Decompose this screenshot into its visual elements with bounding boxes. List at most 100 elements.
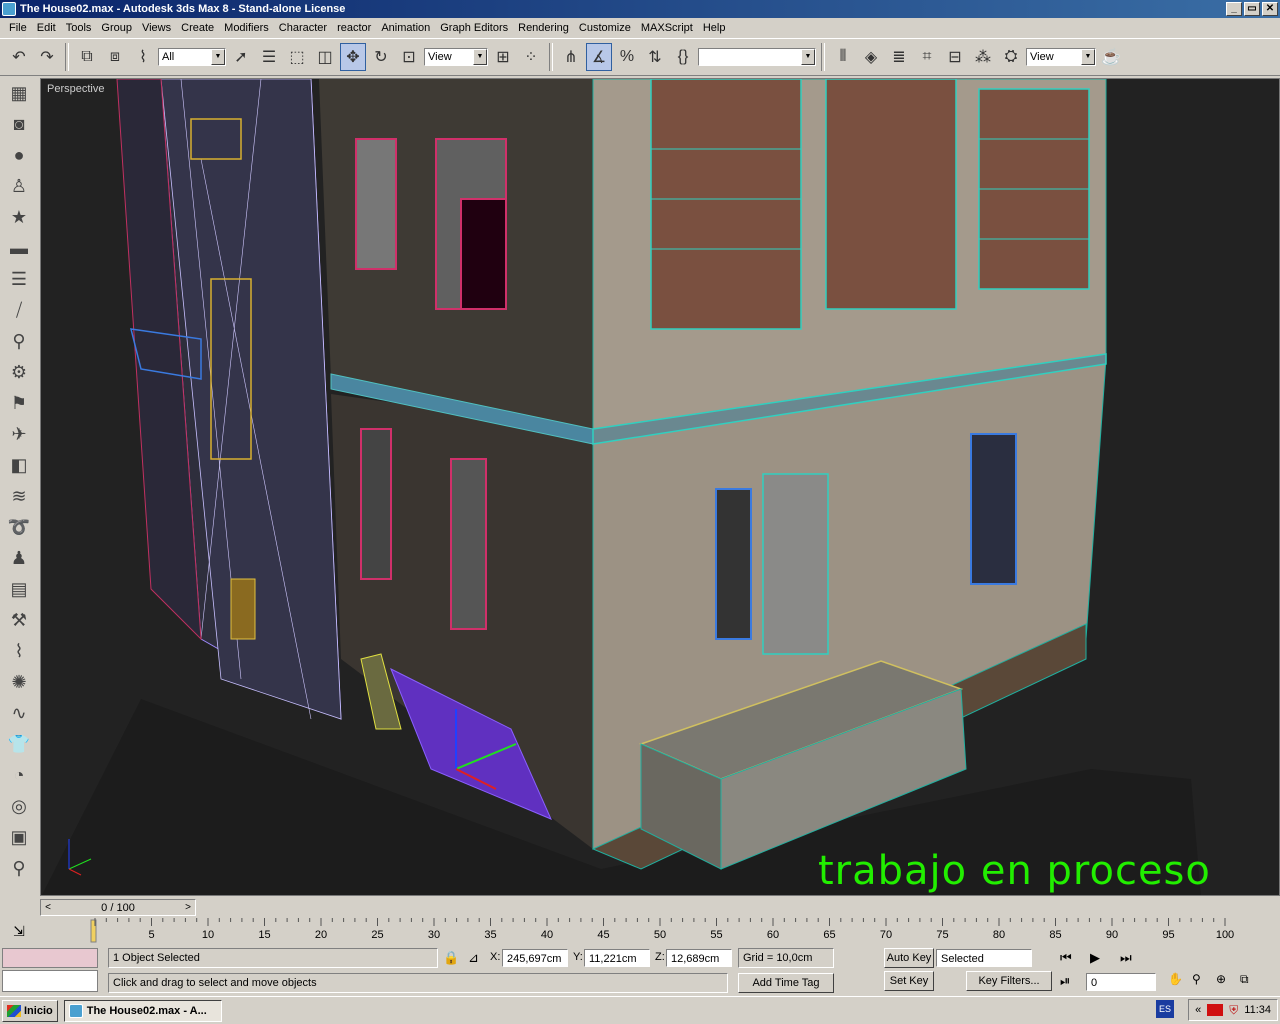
menu-reactor[interactable]: reactor [332, 22, 376, 34]
box-icon[interactable]: ▬ [0, 233, 38, 264]
wave-icon[interactable]: ≋ [0, 481, 38, 512]
language-indicator[interactable]: ES [1156, 1000, 1174, 1018]
minimize-button[interactable]: _ [1226, 2, 1242, 16]
cylinder-icon[interactable]: ☰ [0, 264, 38, 295]
menu-customize[interactable]: Customize [574, 22, 636, 34]
taskbar-window-button[interactable]: The House02.max - A... [63, 999, 222, 1022]
time-slider[interactable]: < 0 / 100 > [40, 899, 196, 916]
play-icon[interactable]: ▶ [1090, 950, 1100, 966]
quick-render-icon[interactable]: ☕ [1098, 43, 1124, 71]
edit-named-selection-icon[interactable]: {} [670, 43, 696, 71]
menu-tools[interactable]: Tools [61, 22, 97, 34]
menu-group[interactable]: Group [96, 22, 137, 34]
current-frame-input[interactable]: 0 [1086, 973, 1156, 991]
set-key-button[interactable]: Set Key [884, 971, 934, 991]
reference-coordinate-dropdown[interactable]: View ▼ [424, 48, 488, 66]
biped-icon[interactable]: ♟ [0, 543, 38, 574]
start-button[interactable]: Inicio [2, 999, 58, 1022]
speedometer-icon[interactable]: ◔ [0, 760, 38, 791]
schematic-view-icon[interactable]: ⊟ [942, 43, 968, 71]
select-and-rotate-icon[interactable]: ↻ [368, 43, 394, 71]
menu-views[interactable]: Views [137, 22, 176, 34]
geometry-icon[interactable]: ▦ [0, 78, 38, 109]
manipulate-icon[interactable]: ⁘ [518, 43, 544, 71]
viewport-label[interactable]: Perspective [47, 83, 104, 95]
menu-maxscript[interactable]: MAXScript [636, 22, 698, 34]
light-icon[interactable]: ♙ [0, 171, 38, 202]
spring-icon[interactable]: ➰ [0, 512, 38, 543]
undo-icon[interactable]: ↶ [6, 43, 32, 71]
maxscript-listener[interactable] [2, 970, 98, 992]
select-and-scale-icon[interactable]: ⊡ [396, 43, 422, 71]
key-filters-button[interactable]: Key Filters... [966, 971, 1052, 991]
hammer-icon[interactable]: ⚒ [0, 605, 38, 636]
snap-toggle-icon[interactable]: ⋔ [558, 43, 584, 71]
ring-icon[interactable]: ◎ [0, 791, 38, 822]
align-icon[interactable]: ◈ [858, 43, 884, 71]
chevron-right-icon[interactable]: > [181, 902, 195, 913]
curve-editor-icon[interactable]: ⌗ [914, 43, 940, 71]
select-link-icon[interactable]: ⧉ [74, 43, 100, 71]
menu-animation[interactable]: Animation [376, 22, 435, 34]
key-mode-icon[interactable]: ⇲ [0, 918, 38, 944]
menu-help[interactable]: Help [698, 22, 731, 34]
star-icon[interactable]: ★ [0, 202, 38, 233]
timeline-track[interactable]: 5 10 15 20 25 30 35 40 45 50 55 60 65 70 75 80 85 90 95 100 [38, 918, 1280, 944]
add-time-tag-button[interactable]: Add Time Tag [738, 973, 834, 993]
shirt-icon[interactable]: 👕 [0, 729, 38, 760]
close-button[interactable]: ✕ [1262, 2, 1278, 16]
magnifier-icon[interactable]: ⚲ [0, 853, 38, 884]
restore-button[interactable]: ▭ [1244, 2, 1260, 16]
chevron-left-icon[interactable]: < [41, 902, 55, 913]
material-editor-icon[interactable]: ⁂ [970, 43, 996, 71]
gear-icon[interactable]: ⚙ [0, 357, 38, 388]
menu-rendering[interactable]: Rendering [513, 22, 574, 34]
x-coordinate-input[interactable]: 245,697cm [502, 949, 568, 967]
auto-key-button[interactable]: Auto Key [884, 948, 934, 968]
named-selection-dropdown[interactable]: ▼ [698, 48, 816, 66]
orbit-icon[interactable]: ⊕ [1216, 972, 1226, 986]
unlink-icon[interactable]: ⧈ [102, 43, 128, 71]
bind-space-warp-icon[interactable]: ⌇ [130, 43, 156, 71]
fan-icon[interactable]: ✈ [0, 419, 38, 450]
go-to-end-icon[interactable]: ⏭ [1120, 950, 1132, 966]
render-view-dropdown[interactable]: View ▼ [1026, 48, 1096, 66]
cube-icon[interactable]: ◧ [0, 450, 38, 481]
menu-edit[interactable]: Edit [32, 22, 61, 34]
select-and-move-icon[interactable]: ✥ [340, 43, 366, 71]
particle-icon[interactable]: ✺ [0, 667, 38, 698]
object-color-swatch[interactable] [2, 948, 98, 968]
menu-character[interactable]: Character [274, 22, 332, 34]
panel-icon[interactable]: ▣ [0, 822, 38, 853]
window-crossing-icon[interactable]: ◫ [312, 43, 338, 71]
y-coordinate-input[interactable]: 11,221cm [584, 949, 650, 967]
ati-icon[interactable] [1207, 1004, 1224, 1016]
select-by-name-icon[interactable]: ☰ [256, 43, 282, 71]
sphere-icon[interactable]: ● [0, 140, 38, 171]
wind-icon[interactable]: ⚑ [0, 388, 38, 419]
select-object-icon[interactable]: ➚ [228, 43, 254, 71]
maximize-viewport-icon[interactable]: ⧉ [1240, 972, 1249, 987]
paint-icon[interactable]: ⚲ [0, 326, 38, 357]
z-coordinate-input[interactable]: 12,689cm [666, 949, 732, 967]
camera-icon[interactable]: ◙ [0, 109, 38, 140]
lock-icon[interactable]: 🔒 [443, 950, 459, 966]
key-mode-toggle-icon[interactable]: ⏯ [1060, 973, 1070, 989]
percent-snap-icon[interactable]: % [614, 43, 640, 71]
layer-manager-icon[interactable]: ≣ [886, 43, 912, 71]
menu-modifiers[interactable]: Modifiers [219, 22, 274, 34]
pivot-center-icon[interactable]: ⊞ [490, 43, 516, 71]
zoom-icon[interactable]: ⚲ [1192, 972, 1201, 986]
menu-file[interactable]: File [4, 22, 32, 34]
spinner-snap-icon[interactable]: ⇅ [642, 43, 668, 71]
absolute-mode-icon[interactable]: ⊿ [468, 950, 479, 966]
cloth-icon[interactable]: ▤ [0, 574, 38, 605]
bone-icon[interactable]: ⌇ [0, 636, 38, 667]
render-scene-icon[interactable]: ⛭ [998, 43, 1024, 71]
expand-tray-icon[interactable]: « [1195, 1004, 1201, 1016]
perspective-viewport[interactable]: Perspective [40, 78, 1280, 896]
mirror-icon[interactable]: ⫴ [830, 43, 856, 71]
menu-create[interactable]: Create [176, 22, 219, 34]
shield-icon[interactable]: ⛨ [1229, 1003, 1238, 1018]
redo-icon[interactable]: ↷ [34, 43, 60, 71]
